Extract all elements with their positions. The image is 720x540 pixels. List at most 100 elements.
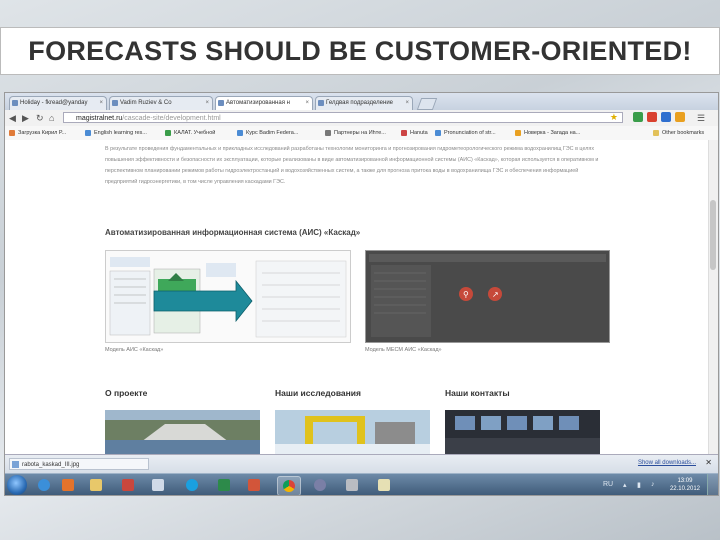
bookmark-item[interactable]: Hanuta bbox=[401, 129, 428, 137]
url-path: /cascade-site/development.html bbox=[122, 115, 221, 122]
extension-icon[interactable] bbox=[647, 112, 657, 122]
extension-icon[interactable] bbox=[675, 112, 685, 122]
bookmark-item[interactable]: Pronunciation of str... bbox=[435, 129, 496, 137]
bookmark-icon bbox=[165, 130, 171, 136]
close-icon[interactable]: ✕ bbox=[705, 458, 712, 467]
folder-icon bbox=[653, 130, 659, 136]
scrollbar-thumb[interactable] bbox=[710, 200, 716, 270]
browser-screenshot: Holiday - fkread@yanday × Vadim Ruziev &… bbox=[4, 92, 719, 496]
url-input[interactable]: magistralnet.ru/cascade-site/development… bbox=[63, 112, 623, 123]
control-room-photo[interactable] bbox=[445, 410, 600, 454]
model-diagram-image[interactable] bbox=[105, 250, 351, 343]
reload-icon[interactable]: ↻ bbox=[36, 112, 44, 124]
bookmark-item[interactable]: Курс Вadim Federa... bbox=[237, 129, 298, 137]
bookmark-icon bbox=[85, 130, 91, 136]
page-scrollbar[interactable] bbox=[708, 140, 718, 454]
show-all-downloads-link[interactable]: Show all downloads... bbox=[638, 460, 696, 466]
web-page: В результате проведения фундаментальных … bbox=[5, 140, 718, 454]
home-icon[interactable]: ⌂ bbox=[49, 112, 54, 124]
chrome-icon[interactable] bbox=[277, 476, 301, 495]
column-title-contacts[interactable]: Наши контакты bbox=[445, 388, 510, 398]
word-icon[interactable] bbox=[147, 476, 169, 494]
url-host: magistralnet.ru bbox=[76, 115, 123, 122]
caption-left: Модель АИС «Каскад» bbox=[105, 347, 164, 353]
close-icon[interactable]: × bbox=[305, 97, 309, 110]
clock-date: 22.10.2012 bbox=[669, 486, 700, 492]
tab-label: Vadim Ruziev & Co bbox=[120, 100, 172, 106]
ie-icon[interactable] bbox=[33, 476, 55, 494]
network-icon[interactable]: ▮ bbox=[637, 481, 641, 489]
new-tab-button[interactable] bbox=[416, 98, 438, 110]
tray-arrow-icon[interactable]: ▴ bbox=[623, 481, 627, 489]
svg-text:↗: ↗ bbox=[492, 290, 499, 299]
intro-paragraph: В результате проведения фундаментальных … bbox=[105, 146, 599, 185]
tab-vadim[interactable]: Vadim Ruziev & Co × bbox=[109, 96, 213, 110]
tab-label: Holiday - fkread@yanday bbox=[20, 100, 88, 106]
bookmark-item[interactable]: Загрузка Кирил Р... bbox=[9, 129, 66, 137]
download-filename: rabota_kaskad_III.jpg bbox=[22, 462, 80, 468]
caption-right: Модель МЕСМ АИС «Каскад» bbox=[365, 347, 442, 353]
svg-text:⚲: ⚲ bbox=[463, 290, 469, 299]
page-icon bbox=[318, 100, 324, 106]
media-player-icon[interactable] bbox=[57, 476, 79, 494]
tab-bar: Holiday - fkread@yanday × Vadim Ruziev &… bbox=[5, 93, 718, 110]
explorer-folder-icon[interactable] bbox=[85, 476, 107, 494]
forward-icon[interactable]: ▶ bbox=[22, 112, 29, 124]
column-title-research[interactable]: Наши исследования bbox=[275, 388, 361, 398]
tab-gidro[interactable]: Гелдвая подразделение × bbox=[315, 96, 413, 110]
bookmark-icon bbox=[325, 130, 331, 136]
tab-label: Гелдвая подразделение bbox=[326, 100, 394, 106]
page-icon bbox=[218, 100, 224, 106]
image-file-icon bbox=[12, 461, 19, 468]
download-item[interactable]: rabota_kaskad_III.jpg bbox=[9, 458, 149, 470]
mesm-model-image[interactable]: ⚲ ↗ bbox=[365, 250, 610, 343]
paint-icon[interactable] bbox=[117, 476, 139, 494]
wrench-icon[interactable]: ☰ bbox=[697, 112, 705, 124]
bookmark-item[interactable]: КАЛАТ. Учебной bbox=[165, 129, 215, 137]
close-icon[interactable]: × bbox=[405, 97, 409, 110]
taskbar-clock[interactable]: 13:09 22.10.2012 bbox=[670, 477, 700, 493]
bookmarks-bar: Загрузка Кирил Р... English learning res… bbox=[5, 126, 718, 141]
mesm-screenshot: ⚲ ↗ bbox=[366, 251, 609, 342]
bookmark-item[interactable]: Новерка - Загада на... bbox=[515, 129, 580, 137]
bookmark-icon bbox=[401, 130, 407, 136]
mail-icon bbox=[12, 100, 18, 106]
close-icon[interactable]: × bbox=[205, 97, 209, 110]
bookmark-item[interactable]: English learning res... bbox=[85, 129, 147, 137]
viewer-icon[interactable] bbox=[373, 476, 395, 494]
star-icon[interactable]: ★ bbox=[610, 112, 618, 123]
section-title: Автоматизированная информационная систем… bbox=[105, 228, 361, 237]
close-icon[interactable]: × bbox=[99, 97, 103, 110]
bookmark-icon bbox=[9, 130, 15, 136]
column-title-about[interactable]: О проекте bbox=[105, 388, 147, 398]
bookmark-other[interactable]: Other bookmarks bbox=[653, 129, 704, 137]
bookmark-icon bbox=[515, 130, 521, 136]
extension-icon[interactable] bbox=[633, 112, 643, 122]
clock-time: 13:09 bbox=[677, 478, 693, 484]
excel-icon[interactable] bbox=[213, 476, 235, 494]
bookmark-icon bbox=[237, 130, 243, 136]
address-bar: ◀ ▶ ↻ ⌂ magistralnet.ru/cascade-site/dev… bbox=[5, 110, 718, 127]
extension-icon[interactable] bbox=[661, 112, 671, 122]
start-button[interactable] bbox=[7, 475, 27, 495]
dam-photo[interactable] bbox=[105, 410, 260, 454]
tools-icon[interactable] bbox=[341, 476, 363, 494]
show-desktop-button[interactable] bbox=[707, 474, 718, 495]
bookmark-item[interactable]: Партнеры на Иhте... bbox=[325, 129, 386, 137]
skype-icon[interactable] bbox=[181, 476, 203, 494]
volume-icon[interactable]: ♪ bbox=[651, 481, 655, 488]
page-icon bbox=[112, 100, 118, 106]
back-icon[interactable]: ◀ bbox=[9, 112, 16, 124]
slide-title: FORECASTS SHOULD BE CUSTOMER-ORIENTED! bbox=[0, 27, 720, 75]
windows-taskbar: RU ▴ ▮ ♪ 13:09 22.10.2012 bbox=[5, 473, 718, 495]
tab-label: Автоматизированная н bbox=[226, 100, 290, 106]
powerpoint-icon[interactable] bbox=[243, 476, 265, 494]
cranes-photo[interactable] bbox=[275, 410, 430, 454]
tab-ais-active[interactable]: Автоматизированная н × bbox=[215, 96, 313, 110]
language-indicator[interactable]: RU bbox=[603, 481, 613, 488]
model-diagram bbox=[106, 251, 350, 342]
bookmark-icon bbox=[435, 130, 441, 136]
app-icon[interactable] bbox=[309, 476, 331, 494]
tab-mail[interactable]: Holiday - fkread@yanday × bbox=[9, 96, 107, 110]
download-shelf: rabota_kaskad_III.jpg Show all downloads… bbox=[5, 454, 718, 474]
